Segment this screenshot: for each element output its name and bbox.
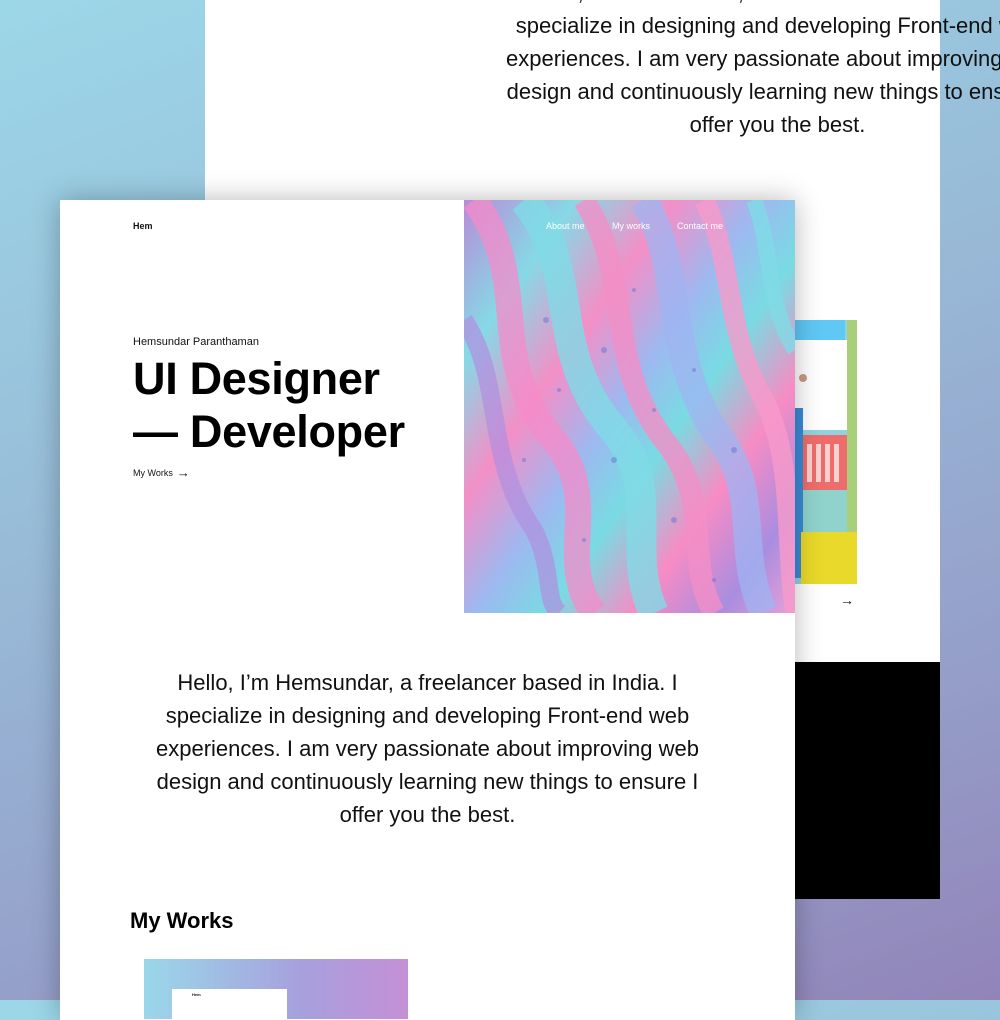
work-thumbnail[interactable]: Hem bbox=[144, 959, 408, 1019]
arrow-right-icon[interactable]: → bbox=[840, 592, 854, 608]
hero-title-line-1: UI Designer bbox=[133, 353, 380, 404]
avatar bbox=[799, 374, 807, 382]
my-works-link-label: My Works bbox=[133, 468, 173, 478]
background-intro-text: Hello, I’m Hemsundar, a freelancer based… bbox=[506, 0, 1000, 137]
my-works-link[interactable]: My Works → bbox=[133, 465, 190, 480]
background-work-thumbnail[interactable] bbox=[795, 320, 857, 584]
site-logo[interactable]: Hem bbox=[133, 221, 153, 231]
arrow-right-icon: → bbox=[176, 465, 190, 480]
hero-title: UI Designer — Developer bbox=[133, 352, 405, 458]
hero-name: Hemsundar Paranthaman bbox=[133, 336, 259, 348]
works-heading: My Works bbox=[130, 908, 234, 933]
background-footer-block bbox=[795, 662, 940, 899]
nav-link-contact-me[interactable]: Contact me bbox=[677, 221, 723, 231]
fluid-swirls bbox=[464, 200, 795, 613]
work-thumbnail-label: Hem bbox=[192, 992, 201, 997]
intro-text: Hello, I’m Hemsundar, a freelancer based… bbox=[156, 670, 699, 827]
hero-fluid-art-image bbox=[464, 200, 795, 613]
nav-link-about-me[interactable]: About me bbox=[546, 221, 585, 231]
portfolio-page: Hem About me My works Contact me Hemsund… bbox=[60, 200, 795, 1020]
hero-title-line-2: — Developer bbox=[133, 406, 405, 457]
nav-link-my-works[interactable]: My works bbox=[612, 221, 650, 231]
